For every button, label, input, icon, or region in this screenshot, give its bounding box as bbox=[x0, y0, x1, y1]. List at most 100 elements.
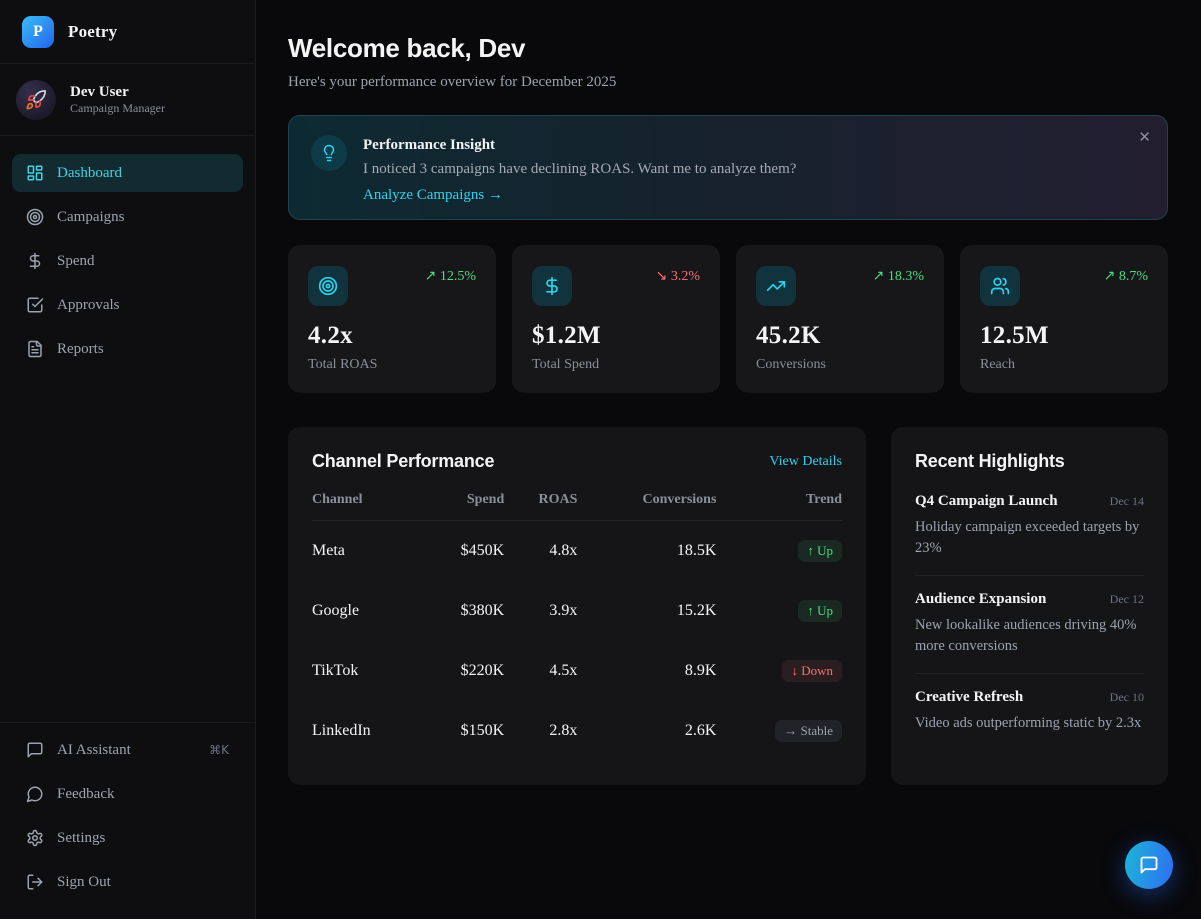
brand-logo-letter: P bbox=[33, 23, 43, 41]
message-circle-icon bbox=[26, 785, 44, 803]
lightbulb-icon-wrap bbox=[311, 135, 347, 171]
highlight-title: Audience Expansion bbox=[915, 591, 1046, 608]
sidebar-item-ai-assistant[interactable]: AI Assistant ⌘K bbox=[12, 731, 243, 769]
rocket-icon bbox=[25, 89, 47, 111]
channel-performance-table: Channel Spend ROAS Conversions Trend Met… bbox=[312, 492, 842, 761]
sidebar-item-label: Reports bbox=[57, 341, 104, 358]
highlight-description: Holiday campaign exceeded targets by 23% bbox=[915, 517, 1144, 559]
stat-label: Total ROAS bbox=[308, 357, 476, 373]
panels-row: Channel Performance View Details Channel… bbox=[288, 427, 1168, 785]
table-row: Google $380K 3.9x 15.2K ↑ Up bbox=[312, 581, 842, 641]
highlight-description: New lookalike audiences driving 40% more… bbox=[915, 615, 1144, 657]
file-text-icon bbox=[26, 340, 44, 358]
check-square-icon bbox=[26, 296, 44, 314]
dollar-icon bbox=[532, 266, 572, 306]
channel-performance-panel: Channel Performance View Details Channel… bbox=[288, 427, 866, 785]
lightbulb-icon bbox=[320, 144, 338, 162]
roas-cell: 4.5x bbox=[504, 641, 577, 701]
sidebar-item-label: Campaigns bbox=[57, 209, 125, 226]
highlight-date: Dec 14 bbox=[1110, 494, 1144, 509]
stat-card-conversions: ↗ 18.3% 45.2K Conversions bbox=[736, 245, 944, 393]
app-window: P Poetry Dev User Campaign Manager bbox=[0, 0, 1201, 919]
sidebar-item-dashboard[interactable]: Dashboard bbox=[12, 154, 243, 192]
sidebar-item-label: Settings bbox=[57, 830, 105, 847]
table-row: TikTok $220K 4.5x 8.9K ↓ Down bbox=[312, 641, 842, 701]
highlight-title: Creative Refresh bbox=[915, 689, 1023, 706]
message-square-icon bbox=[26, 741, 44, 759]
avatar bbox=[16, 80, 56, 120]
sidebar-item-sign-out[interactable]: Sign Out bbox=[12, 863, 243, 901]
stat-label: Conversions bbox=[756, 357, 924, 373]
list-item: Audience Expansion Dec 12 New lookalike … bbox=[915, 576, 1144, 674]
stat-value: $1.2M bbox=[532, 322, 700, 350]
stat-value: 12.5M bbox=[980, 322, 1148, 350]
sidebar-item-label: Dashboard bbox=[57, 165, 122, 182]
keyboard-shortcut: ⌘K bbox=[209, 743, 229, 757]
column-header-roas: ROAS bbox=[504, 492, 577, 521]
spend-cell: $380K bbox=[422, 581, 504, 641]
stat-change: ↗ 12.5% bbox=[425, 268, 476, 285]
target-icon bbox=[308, 266, 348, 306]
sidebar-item-reports[interactable]: Reports bbox=[12, 330, 243, 368]
trend-badge: ↑ Up bbox=[798, 600, 842, 622]
conversions-cell: 18.5K bbox=[577, 521, 716, 582]
sidebar-item-label: Feedback bbox=[57, 786, 114, 803]
column-header-trend: Trend bbox=[716, 492, 842, 521]
main-nav: Dashboard Campaigns Spend Approvals bbox=[0, 136, 255, 722]
analyze-campaigns-link[interactable]: Analyze Campaigns → bbox=[363, 187, 503, 204]
roas-cell: 3.9x bbox=[504, 581, 577, 641]
main-content: Welcome back, Dev Here's your performanc… bbox=[256, 0, 1201, 919]
sidebar-item-spend[interactable]: Spend bbox=[12, 242, 243, 280]
sidebar-item-label: AI Assistant bbox=[57, 742, 131, 759]
stats-row: ↗ 12.5% 4.2x Total ROAS ↘ 3.2% $1.2M Tot… bbox=[288, 245, 1168, 393]
sidebar-item-approvals[interactable]: Approvals bbox=[12, 286, 243, 324]
recent-highlights-title: Recent Highlights bbox=[915, 451, 1065, 471]
table-row: LinkedIn $150K 2.8x 2.6K → Stable bbox=[312, 701, 842, 761]
channel-cell: LinkedIn bbox=[312, 701, 422, 761]
brand-name: Poetry bbox=[68, 22, 117, 42]
column-header-conversions: Conversions bbox=[577, 492, 716, 521]
sidebar: P Poetry Dev User Campaign Manager bbox=[0, 0, 256, 919]
channel-performance-title: Channel Performance bbox=[312, 451, 494, 472]
stat-change: ↗ 18.3% bbox=[873, 268, 924, 285]
roas-cell: 2.8x bbox=[504, 701, 577, 761]
roas-cell: 4.8x bbox=[504, 521, 577, 582]
insight-title: Performance Insight bbox=[363, 137, 796, 154]
sidebar-item-settings[interactable]: Settings bbox=[12, 819, 243, 857]
trending-up-icon bbox=[756, 266, 796, 306]
dashboard-icon bbox=[26, 164, 44, 182]
close-icon[interactable]: ✕ bbox=[1138, 128, 1151, 146]
highlight-date: Dec 10 bbox=[1110, 690, 1144, 705]
insight-body: Performance Insight I noticed 3 campaign… bbox=[363, 135, 796, 219]
insight-message: I noticed 3 campaigns have declining ROA… bbox=[363, 161, 796, 178]
sidebar-footer: AI Assistant ⌘K Feedback Settings bbox=[0, 722, 255, 919]
stat-value: 45.2K bbox=[756, 322, 924, 350]
sidebar-item-feedback[interactable]: Feedback bbox=[12, 775, 243, 813]
sidebar-item-label: Sign Out bbox=[57, 874, 111, 891]
column-header-spend: Spend bbox=[422, 492, 504, 521]
column-header-channel: Channel bbox=[312, 492, 422, 521]
sidebar-item-campaigns[interactable]: Campaigns bbox=[12, 198, 243, 236]
highlight-description: Video ads outperforming static by 2.3x bbox=[915, 713, 1144, 734]
stat-card-reach: ↗ 8.7% 12.5M Reach bbox=[960, 245, 1168, 393]
channel-cell: TikTok bbox=[312, 641, 422, 701]
table-row: Meta $450K 4.8x 18.5K ↑ Up bbox=[312, 521, 842, 582]
users-icon bbox=[980, 266, 1020, 306]
stat-change: ↗ 8.7% bbox=[1104, 268, 1148, 285]
recent-highlights-panel: Recent Highlights Q4 Campaign Launch Dec… bbox=[891, 427, 1168, 785]
user-role: Campaign Manager bbox=[70, 101, 165, 116]
view-details-link[interactable]: View Details bbox=[769, 454, 842, 470]
channel-cell: Google bbox=[312, 581, 422, 641]
highlight-title: Q4 Campaign Launch bbox=[915, 493, 1058, 510]
conversions-cell: 2.6K bbox=[577, 701, 716, 761]
highlight-date: Dec 12 bbox=[1110, 592, 1144, 607]
list-item: Q4 Campaign Launch Dec 14 Holiday campai… bbox=[915, 472, 1144, 576]
brand-logo: P bbox=[22, 16, 54, 48]
chat-bubble-icon bbox=[1139, 855, 1159, 875]
stat-value: 4.2x bbox=[308, 322, 476, 350]
chat-fab-button[interactable] bbox=[1125, 841, 1173, 889]
user-profile: Dev User Campaign Manager bbox=[0, 64, 255, 136]
trend-badge: ↑ Up bbox=[798, 540, 842, 562]
channel-cell: Meta bbox=[312, 521, 422, 582]
spend-cell: $450K bbox=[422, 521, 504, 582]
